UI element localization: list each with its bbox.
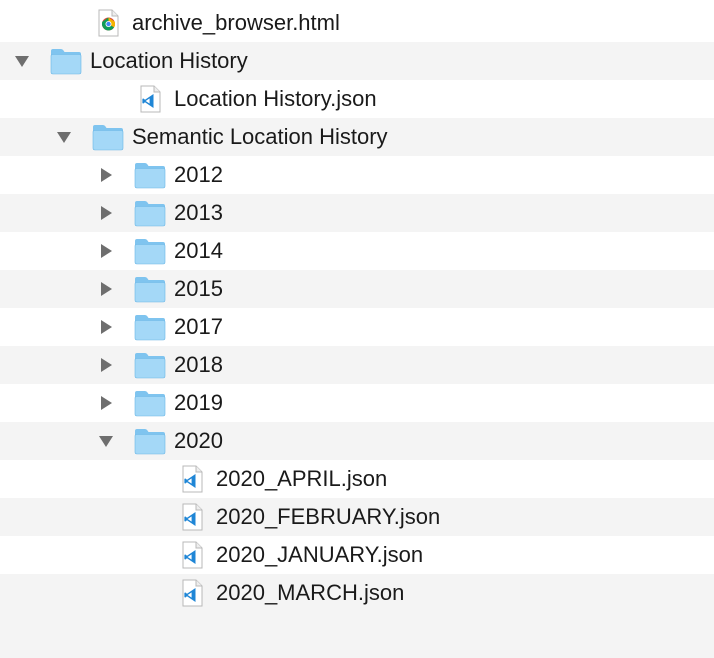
disclosure-expanded-icon[interactable]	[98, 433, 114, 449]
disclosure-collapsed-icon[interactable]	[98, 243, 114, 259]
folder-icon	[134, 161, 166, 189]
tree-row-folder[interactable]: 2015	[0, 270, 714, 308]
tree-row-vscode-file[interactable]: 2020_JANUARY.json	[0, 536, 714, 574]
tree-row-label: 2012	[174, 162, 223, 187]
folder-icon	[134, 427, 166, 455]
tree-row-label: 2018	[174, 352, 223, 377]
tree-row-label: 2020_JANUARY.json	[216, 542, 424, 567]
tree-row-label: 2020_APRIL.json	[216, 466, 388, 491]
tree-row-folder[interactable]: 2017	[0, 308, 714, 346]
vscode-file-icon	[176, 465, 208, 493]
folder-icon	[50, 47, 82, 75]
tree-row-label: archive_browser.html	[132, 10, 340, 35]
tree-row-vscode-file[interactable]: 2020_FEBRUARY.json	[0, 498, 714, 536]
tree-row-folder[interactable]: 2013	[0, 194, 714, 232]
disclosure-collapsed-icon[interactable]	[98, 319, 114, 335]
tree-row-folder[interactable]: 2012	[0, 156, 714, 194]
tree-row-chrome-file[interactable]: archive_browser.html	[0, 4, 714, 42]
empty-row	[0, 612, 714, 658]
folder-icon	[134, 199, 166, 227]
disclosure-collapsed-icon[interactable]	[98, 395, 114, 411]
disclosure-collapsed-icon[interactable]	[98, 357, 114, 373]
disclosure-collapsed-icon[interactable]	[98, 205, 114, 221]
tree-row-label: Location History	[90, 48, 248, 73]
tree-row-label: 2020	[174, 428, 223, 453]
tree-row-label: 2013	[174, 200, 223, 225]
vscode-file-icon	[176, 579, 208, 607]
tree-row-label: 2019	[174, 390, 223, 415]
disclosure-expanded-icon[interactable]	[56, 129, 72, 145]
tree-row-vscode-file[interactable]: 2020_APRIL.json	[0, 460, 714, 498]
folder-icon	[134, 313, 166, 341]
tree-row-folder[interactable]: 2019	[0, 384, 714, 422]
tree-row-folder[interactable]: 2020	[0, 422, 714, 460]
tree-row-vscode-file[interactable]: Location History.json	[0, 80, 714, 118]
vscode-file-icon	[176, 503, 208, 531]
vscode-file-icon	[176, 541, 208, 569]
tree-row-folder[interactable]: 2014	[0, 232, 714, 270]
disclosure-collapsed-icon[interactable]	[98, 167, 114, 183]
tree-row-label: 2017	[174, 314, 223, 339]
tree-row-label: Semantic Location History	[132, 124, 388, 149]
tree-row-label: 2020_MARCH.json	[216, 580, 405, 605]
tree-row-label: 2020_FEBRUARY.json	[216, 504, 441, 529]
tree-row-folder[interactable]: Location History	[0, 42, 714, 80]
disclosure-expanded-icon[interactable]	[14, 53, 30, 69]
folder-icon	[134, 351, 166, 379]
tree-row-vscode-file[interactable]: 2020_MARCH.json	[0, 574, 714, 612]
chrome-file-icon	[92, 9, 124, 37]
disclosure-collapsed-icon[interactable]	[98, 281, 114, 297]
folder-icon	[134, 237, 166, 265]
tree-row-label: 2015	[174, 276, 223, 301]
folder-icon	[134, 389, 166, 417]
file-tree: archive_browser.html Location History Lo…	[0, 4, 714, 612]
tree-row-label: 2014	[174, 238, 223, 263]
folder-icon	[92, 123, 124, 151]
tree-row-folder[interactable]: 2018	[0, 346, 714, 384]
vscode-file-icon	[134, 85, 166, 113]
tree-row-label: Location History.json	[174, 86, 377, 111]
tree-row-folder[interactable]: Semantic Location History	[0, 118, 714, 156]
folder-icon	[134, 275, 166, 303]
